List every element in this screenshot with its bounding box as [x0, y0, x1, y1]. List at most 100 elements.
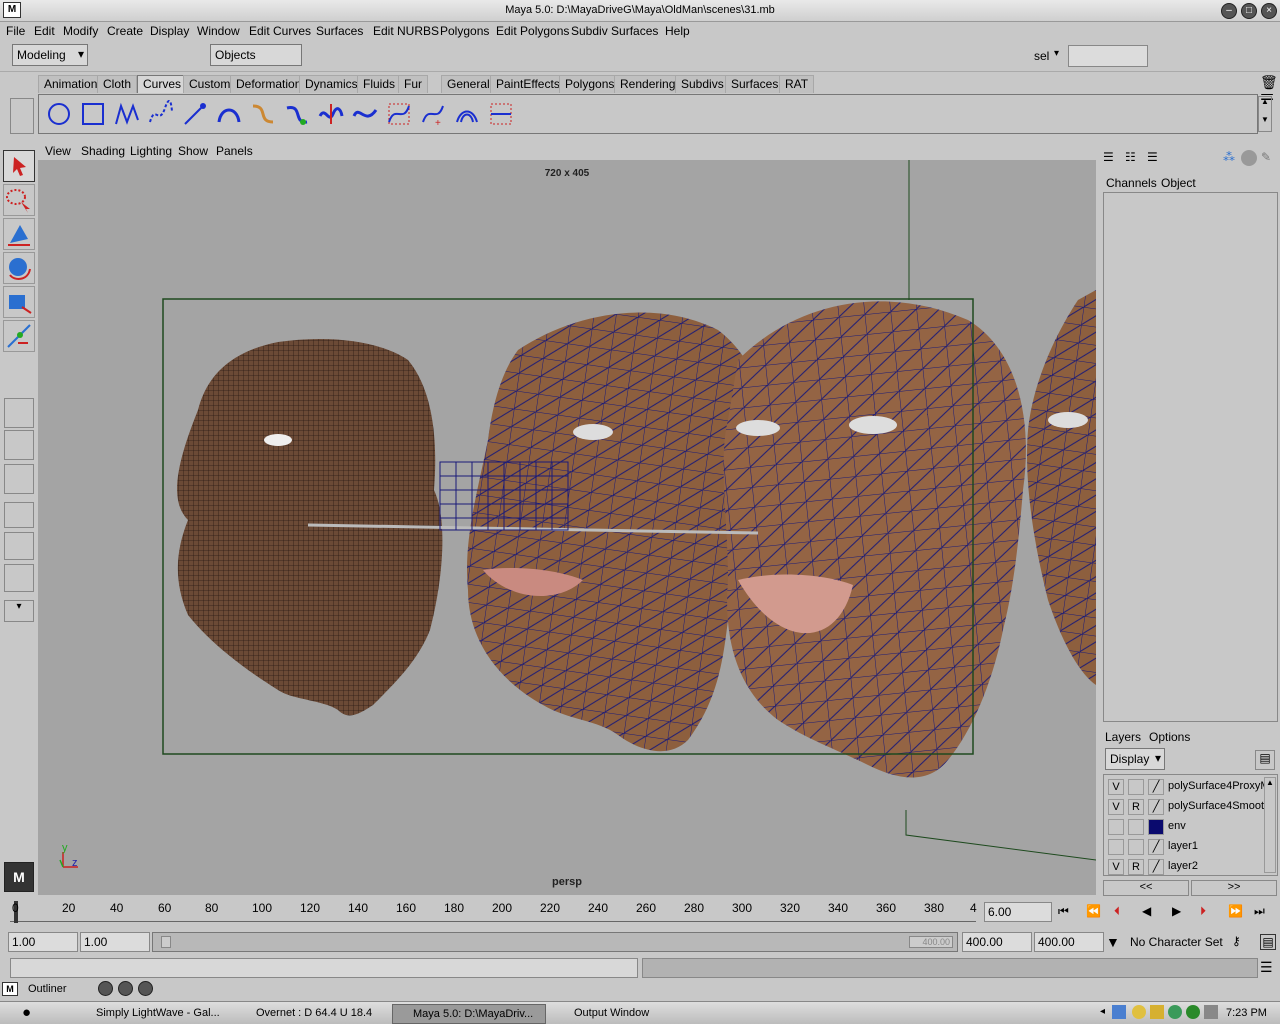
- insert-knot-icon[interactable]: +: [419, 100, 447, 128]
- square-icon[interactable]: [79, 100, 107, 128]
- step-forward-frame-icon[interactable]: ⏩: [1228, 904, 1243, 918]
- layer-editor-icon[interactable]: ☰: [1147, 150, 1163, 166]
- layer-type-dropdown[interactable]: Display ▾: [1105, 748, 1165, 770]
- script-editor-icon[interactable]: ☰: [1260, 959, 1273, 976]
- cv-curve-icon[interactable]: [113, 100, 141, 128]
- animation-preferences-icon[interactable]: ▤: [1260, 934, 1276, 950]
- layer-display-type-toggle[interactable]: R: [1128, 799, 1144, 815]
- shelf-tab-cloth[interactable]: Cloth: [97, 75, 138, 93]
- shelf-tab-custom[interactable]: Custom: [183, 75, 237, 93]
- maximize-icon[interactable]: [118, 981, 133, 996]
- layer-visibility-toggle[interactable]: [1108, 819, 1124, 835]
- panel-menu-show[interactable]: Show: [178, 144, 208, 158]
- menu-surfaces[interactable]: Surfaces: [316, 24, 363, 38]
- hypershade-layout-icon[interactable]: [4, 532, 34, 560]
- menu-display[interactable]: Display: [150, 24, 189, 38]
- shelf-tab-curves[interactable]: Curves: [137, 75, 188, 93]
- layer-row[interactable]: V ╱ polySurface4ProxyM: [1106, 777, 1266, 797]
- tray-folder-icon[interactable]: [1150, 1005, 1164, 1019]
- scale-tool-icon[interactable]: [3, 286, 35, 318]
- current-time-field[interactable]: 6.00: [984, 902, 1052, 922]
- shelf-tab-rat[interactable]: RAT: [779, 75, 815, 93]
- layer-row[interactable]: env: [1106, 817, 1266, 837]
- menu-edit[interactable]: Edit: [34, 24, 55, 38]
- layer-display-type-toggle[interactable]: R: [1128, 859, 1144, 875]
- playback-end-field[interactable]: 400.00: [962, 932, 1032, 952]
- task-simply-lightwave[interactable]: Simply LightWave - Gal...: [76, 1004, 228, 1024]
- rotate-tool-icon[interactable]: [3, 252, 35, 284]
- layer-visibility-toggle[interactable]: V: [1108, 799, 1124, 815]
- panel-menu-shading[interactable]: Shading: [81, 144, 125, 158]
- perspective-viewport[interactable]: 720 x 405 y z persp: [38, 160, 1096, 895]
- menu-modify[interactable]: Modify: [63, 24, 98, 38]
- layer-prev-button[interactable]: <<: [1103, 880, 1189, 896]
- chevron-down-icon[interactable]: ▾: [1054, 48, 1059, 59]
- panel-menu-panels[interactable]: Panels: [216, 144, 253, 158]
- tray-status-icon[interactable]: [1186, 1005, 1200, 1019]
- menu-create[interactable]: Create: [107, 24, 143, 38]
- arc-tool-icon[interactable]: [215, 100, 243, 128]
- shelf-tab-polygons[interactable]: Polygons: [559, 75, 621, 93]
- tray-volume-icon[interactable]: [1204, 1005, 1218, 1019]
- single-perspective-layout-icon[interactable]: [4, 398, 34, 428]
- layer-display-type-toggle[interactable]: [1128, 819, 1144, 835]
- menu-polygons[interactable]: Polygons: [440, 24, 489, 38]
- step-forward-key-icon[interactable]: ⏵: [1200, 904, 1206, 919]
- outliner-window-bar[interactable]: M Outliner: [0, 979, 160, 1001]
- shelf-tab-fluids[interactable]: Fluids: [357, 75, 402, 93]
- layer-row[interactable]: ╱ layer1: [1106, 837, 1266, 857]
- layer-display-type-toggle[interactable]: [1128, 779, 1144, 795]
- layer-color-swatch[interactable]: ╱: [1148, 799, 1164, 815]
- panel-menu-lighting[interactable]: Lighting: [130, 144, 172, 158]
- shelf-tab-rendering[interactable]: Rendering: [614, 75, 682, 93]
- attach-curves-icon[interactable]: [283, 100, 311, 128]
- layer-visibility-toggle[interactable]: V: [1108, 779, 1124, 795]
- manipulator-tool-icon[interactable]: [3, 320, 35, 352]
- step-back-frame-icon[interactable]: ⏪: [1086, 904, 1101, 918]
- layer-color-swatch[interactable]: ╱: [1148, 839, 1164, 855]
- layout-menu-icon[interactable]: ▾: [4, 600, 34, 622]
- channel-box-only-icon[interactable]: ☰: [1103, 150, 1119, 166]
- shelf-tab-general[interactable]: General: [441, 75, 496, 93]
- select-tool-icon[interactable]: [3, 150, 35, 182]
- layer-color-swatch[interactable]: ╱: [1148, 779, 1164, 795]
- layer-color-swatch[interactable]: ╱: [1148, 859, 1164, 875]
- character-set-label[interactable]: No Character Set: [1130, 935, 1223, 949]
- layer-row[interactable]: V R ╱ polySurface4Smooth: [1106, 797, 1266, 817]
- play-forwards-icon[interactable]: ▶: [1172, 904, 1181, 918]
- menu-edit-nurbs[interactable]: Edit NURBS: [373, 24, 439, 38]
- minimize-icon[interactable]: –: [1221, 3, 1237, 19]
- menu-subdiv-surfaces[interactable]: Subdiv Surfaces: [571, 24, 658, 38]
- layer-next-button[interactable]: >>: [1191, 880, 1277, 896]
- pencil-icon[interactable]: ✎: [1261, 150, 1277, 166]
- shelf-tab-surfaces[interactable]: Surfaces: [725, 75, 785, 93]
- pencil-curve-icon[interactable]: [181, 100, 209, 128]
- layers-menu[interactable]: Layers: [1105, 730, 1141, 744]
- range-start-handle[interactable]: [161, 936, 171, 948]
- sphere-icon[interactable]: [1241, 150, 1257, 166]
- animation-start-field[interactable]: 1.00: [8, 932, 78, 952]
- menu-edit-polygons[interactable]: Edit Polygons: [496, 24, 569, 38]
- go-to-start-icon[interactable]: ⏮: [1058, 904, 1069, 919]
- minimize-icon[interactable]: [98, 981, 113, 996]
- menu-help[interactable]: Help: [665, 24, 690, 38]
- curve-fillet-icon[interactable]: [249, 100, 277, 128]
- close-icon[interactable]: [138, 981, 153, 996]
- selection-mode-dropdown[interactable]: Objects: [210, 44, 302, 66]
- persp-graph-layout-icon[interactable]: [4, 502, 34, 528]
- tray-network-icon[interactable]: [1112, 1005, 1126, 1019]
- step-back-key-icon[interactable]: ⏴: [1114, 904, 1120, 919]
- shelf-scrollbar[interactable]: ▲ ▼: [1258, 96, 1272, 132]
- layer-row[interactable]: V R ╱ layer2: [1106, 857, 1266, 877]
- task-maya[interactable]: Maya 5.0: D:\MayaDriv...: [392, 1004, 546, 1024]
- panel-menu-view[interactable]: View: [45, 144, 71, 158]
- apple-menu-icon[interactable]: ●: [22, 1004, 31, 1021]
- ep-curve-icon[interactable]: [147, 100, 175, 128]
- maximize-icon[interactable]: □: [1241, 3, 1257, 19]
- shelf-tab-deformation[interactable]: Deformation: [230, 75, 308, 93]
- close-icon[interactable]: ×: [1261, 3, 1277, 19]
- channels-menu[interactable]: Channels: [1106, 176, 1157, 190]
- detach-curves-icon[interactable]: [317, 100, 345, 128]
- time-slider[interactable]: 0 20 40 60 80 100 120 140 160 180 200 22…: [0, 897, 1280, 929]
- align-curves-icon[interactable]: [351, 100, 379, 128]
